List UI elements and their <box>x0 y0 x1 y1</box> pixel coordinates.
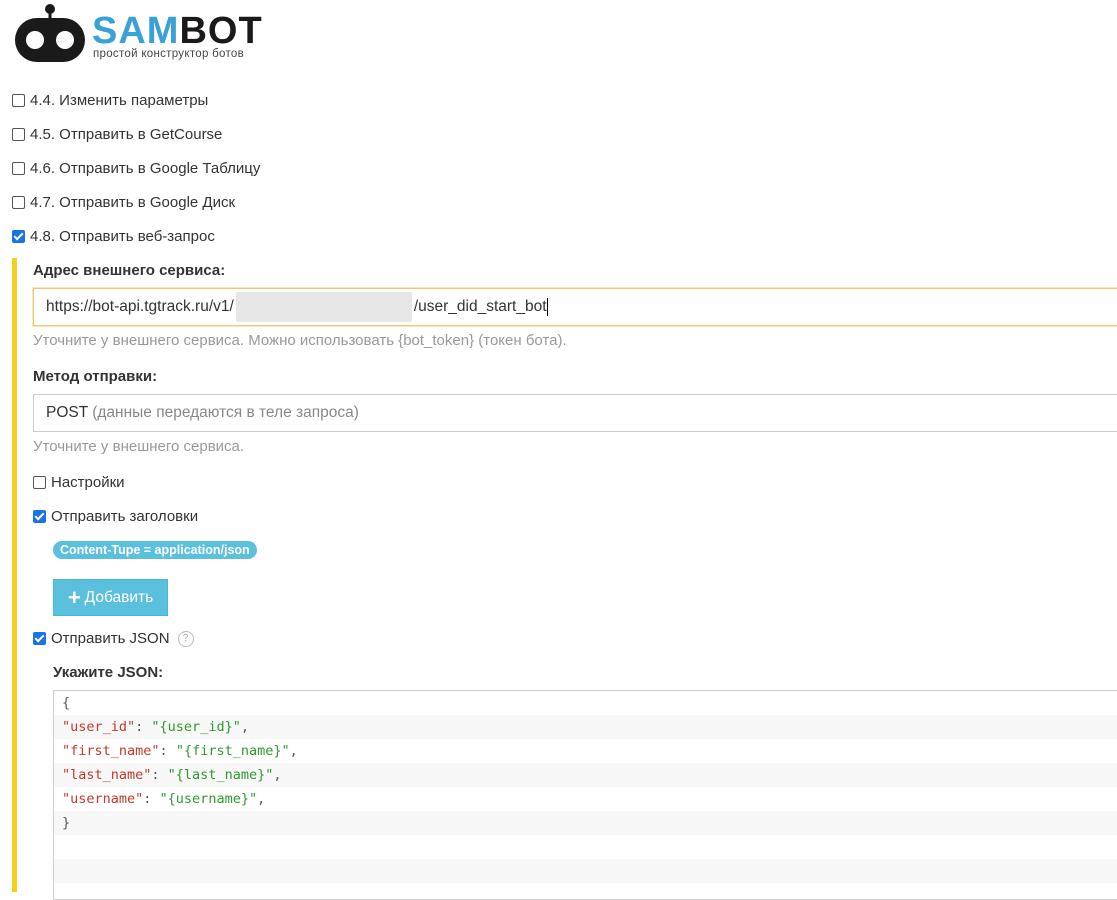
code-line: { <box>54 691 1117 715</box>
method-label: Метод отправки: <box>33 368 158 385</box>
json-editor[interactable]: { "user_id": "{user_id}", "first_name": … <box>53 690 1117 900</box>
code-line: } <box>54 811 1117 835</box>
json-separator: : <box>159 743 176 759</box>
checkbox-unchecked-icon[interactable] <box>12 162 25 175</box>
action-checkbox-google-sheets[interactable]: 4.6. Отправить в Google Таблицу <box>12 160 260 177</box>
code-line-empty <box>54 859 1117 883</box>
code-line: "first_name": "{first_name}", <box>54 739 1117 763</box>
action-label: 4.6. Отправить в Google Таблицу <box>30 160 261 177</box>
json-key: "last_name" <box>62 767 152 783</box>
url-prefix-text: https://bot-api.tgtrack.ru/v1/ <box>46 298 234 315</box>
add-button-label: Добавить <box>84 588 154 606</box>
text-caret <box>546 298 548 316</box>
checkbox-unchecked-icon[interactable] <box>12 128 25 141</box>
action-checkbox-google-drive[interactable]: 4.7. Отправить в Google Диск <box>12 194 235 211</box>
json-label: Укажите JSON: <box>53 664 164 681</box>
json-value: "{last_name}" <box>167 767 274 783</box>
plus-icon: + <box>67 584 81 610</box>
logo-tagline: простой конструктор ботов <box>93 48 245 60</box>
send-headers-label: Отправить заголовки <box>51 508 199 525</box>
json-key: "first_name" <box>62 743 160 759</box>
checkbox-checked-icon[interactable] <box>33 632 46 645</box>
json-comma: , <box>240 719 249 735</box>
json-value: "{first_name}" <box>175 743 290 759</box>
code-line: "username": "{username}", <box>54 787 1117 811</box>
sambot-logo: SAMBOT простой конструктор ботов <box>14 2 274 64</box>
logo-brand-bot: BOT <box>179 10 263 52</box>
section-accent-bar <box>12 258 17 892</box>
send-json-checkbox[interactable]: Отправить JSON ? <box>33 630 194 647</box>
header-tag[interactable]: Content-Tupe = application/json <box>53 541 257 559</box>
help-question-icon[interactable]: ? <box>177 630 194 647</box>
checkbox-unchecked-icon[interactable] <box>33 476 46 489</box>
redacted-token-blur <box>235 292 412 322</box>
action-label: 4.7. Отправить в Google Диск <box>30 194 236 211</box>
json-key: "user_id" <box>62 719 136 735</box>
action-label: 4.5. Отправить в GetCourse <box>30 126 223 143</box>
method-help-text: Уточните у внешнего сервиса. <box>33 438 245 455</box>
json-value: "{username}" <box>159 791 258 807</box>
json-comma: , <box>273 767 282 783</box>
robot-logo-icon <box>15 4 85 62</box>
json-value: "{user_id}" <box>151 719 241 735</box>
send-headers-checkbox[interactable]: Отправить заголовки <box>33 508 198 525</box>
send-json-label: Отправить JSON <box>51 630 170 647</box>
json-comma: , <box>257 791 266 807</box>
url-help-text: Уточните у внешнего сервиса. Можно испол… <box>33 332 567 349</box>
settings-checkbox[interactable]: Настройки <box>33 474 125 491</box>
json-comma: , <box>289 743 298 759</box>
action-checkbox-web-request[interactable]: 4.8. Отправить веб-запрос <box>12 228 215 245</box>
logo-brand-sam: SAM <box>92 10 180 52</box>
checkbox-checked-icon[interactable] <box>12 230 25 243</box>
json-separator: : <box>151 767 168 783</box>
url-suffix-text: /user_did_start_bot <box>413 298 547 315</box>
action-checkbox-change-params[interactable]: 4.4. Изменить параметры <box>12 92 208 109</box>
json-key: "username" <box>62 791 144 807</box>
method-select[interactable]: POST (данные передаются в теле запроса) <box>33 394 1117 432</box>
url-input[interactable]: https://bot-api.tgtrack.ru/v1/ /user_did_… <box>33 288 1117 326</box>
add-header-button[interactable]: + Добавить <box>53 579 168 616</box>
settings-label: Настройки <box>51 474 125 491</box>
action-label: 4.4. Изменить параметры <box>30 92 209 109</box>
url-label: Адрес внешнего сервиса: <box>33 262 226 279</box>
logo-wordmark: SAMBOT <box>92 12 263 50</box>
checkbox-checked-icon[interactable] <box>33 510 46 523</box>
json-separator: : <box>135 719 152 735</box>
action-checkbox-getcourse[interactable]: 4.5. Отправить в GetCourse <box>12 126 222 143</box>
code-line: "user_id": "{user_id}", <box>54 715 1117 739</box>
method-value: POST <box>46 404 89 421</box>
checkbox-unchecked-icon[interactable] <box>12 94 25 107</box>
method-hint: (данные передаются в теле запроса) <box>92 404 359 421</box>
action-label: 4.8. Отправить веб-запрос <box>30 228 215 245</box>
json-brace-open: { <box>62 695 71 711</box>
code-line: "last_name": "{last_name}", <box>54 763 1117 787</box>
json-brace-close: } <box>62 815 71 831</box>
checkbox-unchecked-icon[interactable] <box>12 196 25 209</box>
json-separator: : <box>143 791 160 807</box>
